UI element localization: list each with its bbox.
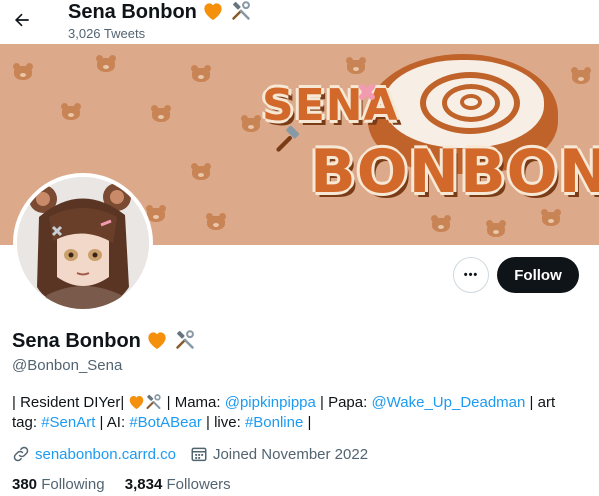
profile-header: Sena Bonbon 3,026 Tweets — [0, 0, 599, 44]
bear-pattern-icon — [205, 212, 227, 231]
website-link[interactable]: senabonbon.carrd.co — [35, 446, 176, 463]
following-count: 380 — [12, 476, 38, 493]
website-item: senabonbon.carrd.co — [12, 445, 176, 463]
bun-swirl-graphic — [460, 94, 482, 110]
tweet-count: 3,026 Tweets — [68, 26, 146, 41]
arrow-left-icon — [15, 13, 29, 27]
bear-pattern-icon — [570, 66, 592, 85]
bio-text: | AI: — [95, 414, 130, 431]
live-hashtag-link[interactable]: #Bonline — [245, 414, 303, 431]
bear-pattern-icon — [540, 208, 562, 227]
bear-pattern-icon — [60, 102, 82, 121]
bear-pattern-icon — [95, 54, 117, 73]
hammer-wrench-icon — [176, 330, 194, 349]
art-tag-hashtag-link[interactable]: #SenArt — [41, 414, 95, 431]
hammer-wrench-icon — [146, 394, 162, 409]
bandage-logo-icon — [359, 84, 375, 100]
back-button[interactable] — [10, 8, 34, 32]
followers-stat-link[interactable]: 3,834 Followers — [125, 476, 231, 493]
bio-text: | Mama: — [162, 394, 225, 411]
profile-meta: senabonbon.carrd.co Joined November 2022 — [12, 445, 382, 463]
bear-pattern-icon — [190, 162, 212, 181]
joined-date: Joined November 2022 — [212, 445, 369, 463]
bear-pattern-icon — [150, 104, 172, 123]
profile-name-row: Sena Bonbon — [12, 330, 196, 353]
header-title: Sena Bonbon — [68, 1, 197, 23]
follow-button[interactable]: Follow — [497, 257, 579, 293]
profile-handle: @Bonbon_Sena — [12, 357, 123, 374]
bear-pattern-icon — [190, 64, 212, 83]
bear-pattern-icon — [345, 56, 367, 75]
more-options-icon: ••• — [463, 269, 479, 281]
orange-heart-icon — [204, 3, 223, 21]
joined-item: Joined November 2022 — [190, 445, 368, 463]
profile-bio: | Resident DIYer| | Mama: @pipkinpippa |… — [12, 393, 572, 433]
calendar-icon — [191, 447, 207, 462]
bio-text: | live: — [201, 414, 245, 431]
profile-name: Sena Bonbon — [12, 330, 141, 352]
hammer-wrench-icon — [232, 1, 250, 20]
mama-mention-link[interactable]: @pipkinpippa — [225, 394, 316, 411]
followers-count: 3,834 — [124, 476, 163, 493]
papa-mention-link[interactable]: @Wake_Up_Deadman — [371, 394, 525, 411]
orange-heart-icon — [130, 396, 144, 410]
bear-pattern-icon — [12, 62, 34, 81]
bio-text: | — [303, 414, 312, 431]
hammer-logo-icon — [276, 125, 300, 152]
following-stat-link[interactable]: 380 Following — [12, 476, 105, 493]
following-label: Following — [41, 476, 105, 493]
logo-text-bonbon: BONBON — [310, 137, 599, 207]
orange-heart-icon — [148, 332, 167, 350]
header-title-row: Sena Bonbon — [68, 0, 252, 24]
avatar-illustration — [17, 177, 149, 309]
bio-text: | Resident DIYer| — [12, 394, 129, 411]
ai-hashtag-link[interactable]: #BotABear — [129, 414, 202, 431]
link-icon — [13, 446, 29, 462]
profile-avatar[interactable] — [13, 173, 153, 313]
bear-pattern-icon — [240, 114, 262, 133]
more-options-button[interactable]: ••• — [453, 257, 489, 293]
bear-pattern-icon — [430, 214, 452, 233]
bear-pattern-icon — [485, 219, 507, 238]
followers-label: Followers — [166, 476, 231, 493]
follow-stats: 380 Following 3,834 Followers — [12, 476, 247, 493]
bio-text: | Papa: — [315, 394, 372, 411]
